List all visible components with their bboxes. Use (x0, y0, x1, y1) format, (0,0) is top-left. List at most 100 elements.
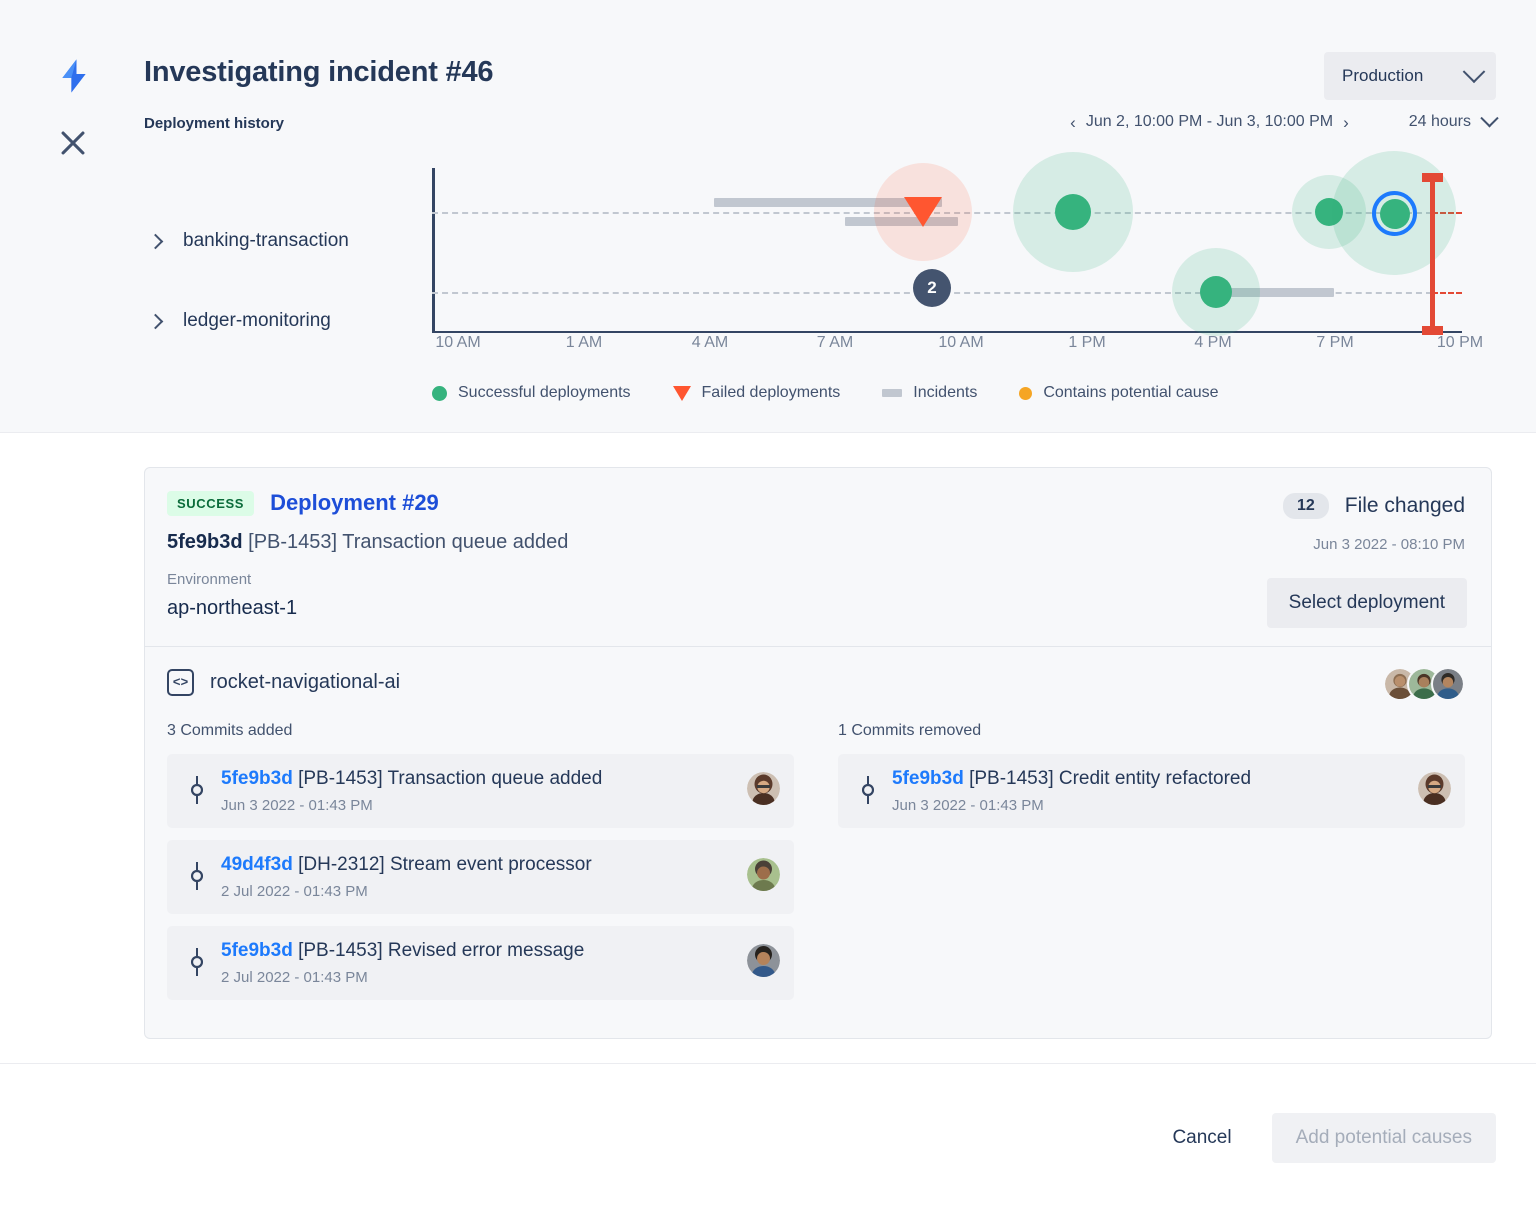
timeline-panel: Investigating incident #46 Deployment hi… (0, 0, 1536, 433)
files-changed-label: File changed (1345, 494, 1465, 518)
commit-sha[interactable]: 5fe9b3d (221, 940, 293, 961)
successful-deployment-marker[interactable] (1055, 194, 1091, 230)
deployment-title-row: SUCCESS Deployment #29 (167, 490, 1465, 516)
incident-marker-line (1430, 178, 1435, 331)
avatar[interactable] (747, 944, 780, 977)
legend-item-incidents: Incidents (882, 384, 977, 402)
selected-deployment-marker[interactable] (1380, 199, 1410, 229)
legend-item-failed: Failed deployments (673, 384, 841, 402)
sidebar-item-banking-transaction[interactable]: banking-transaction (150, 230, 349, 252)
close-icon[interactable] (56, 126, 90, 160)
avatar[interactable] (747, 772, 780, 805)
legend-item-potential-cause: Contains potential cause (1019, 384, 1218, 402)
x-tick: 1 AM (566, 334, 602, 352)
legend-item-successful: Successful deployments (432, 384, 631, 402)
commit-icon (191, 776, 203, 804)
chevron-down-icon (1480, 109, 1498, 127)
deployment-commit-line: 5fe9b3d [PB-1453] Transaction queue adde… (167, 531, 1465, 554)
commit-icon (862, 776, 874, 804)
chart-y-axis (432, 168, 435, 333)
legend-label: Failed deployments (702, 384, 841, 402)
deployment-card-body: <> rocket-navigational-ai 3 Commits adde… (145, 646, 1491, 1038)
granularity-value: 24 hours (1409, 113, 1471, 131)
commit-icon (191, 862, 203, 890)
contributor-avatars (1383, 667, 1465, 701)
deployment-history-modal: Investigating incident #46 Deployment hi… (0, 0, 1536, 1217)
legend-label: Successful deployments (458, 384, 631, 402)
incident-marker-cap-top (1422, 173, 1443, 182)
footer-divider (0, 1063, 1536, 1064)
page-title: Investigating incident #46 (144, 56, 493, 89)
commit-title: 5fe9b3d [PB-1453] Transaction queue adde… (221, 768, 738, 790)
commit-date: Jun 3 2022 - 01:43 PM (221, 797, 738, 814)
x-tick: 4 PM (1194, 334, 1231, 352)
commit-message: [PB-1453] Transaction queue added (248, 531, 568, 553)
cluster-count-badge[interactable]: 2 (913, 269, 951, 307)
x-tick: 10 AM (435, 334, 480, 352)
chart-legend: Successful deployments Failed deployment… (432, 384, 1261, 402)
date-range-control: ‹ Jun 2, 10:00 PM - Jun 3, 10:00 PM › 24… (1060, 113, 1496, 131)
repository-name: rocket-navigational-ai (210, 671, 400, 694)
service-name: banking-transaction (183, 230, 349, 252)
legend-label: Contains potential cause (1043, 384, 1218, 402)
commit-sha[interactable]: 49d4f3d (221, 854, 293, 875)
chevron-down-icon (1463, 60, 1486, 83)
commit-date: 2 Jul 2022 - 01:43 PM (221, 883, 738, 900)
service-name: ledger-monitoring (183, 310, 331, 332)
chevron-right-icon (148, 233, 164, 249)
successful-deployment-marker[interactable] (1200, 276, 1232, 308)
add-potential-causes-button[interactable]: Add potential causes (1272, 1113, 1496, 1163)
deployment-card: SUCCESS Deployment #29 5fe9b3d [PB-1453]… (144, 467, 1492, 1039)
commit-sha: 5fe9b3d (167, 531, 243, 553)
list-item[interactable]: 5fe9b3d [PB-1453] Transaction queue adde… (167, 754, 794, 828)
commits-added-column: 3 Commits added 5fe9b3d [PB-1453] Transa… (167, 722, 794, 1012)
deployment-link[interactable]: Deployment #29 (270, 490, 439, 516)
commit-sha[interactable]: 5fe9b3d (221, 768, 293, 789)
deployment-timeline-chart[interactable]: 2 (432, 168, 1462, 333)
failed-deployment-marker[interactable] (904, 197, 942, 227)
legend-label: Incidents (913, 384, 977, 402)
lane-line-red-bottom (1432, 292, 1462, 294)
environment-select-value: Production (1342, 66, 1423, 86)
avatar[interactable] (1418, 772, 1451, 805)
avatar[interactable] (1431, 667, 1465, 701)
date-range-text: Jun 2, 10:00 PM - Jun 3, 10:00 PM (1086, 113, 1333, 131)
deployment-timestamp: Jun 3 2022 - 08:10 PM (1313, 536, 1465, 553)
section-label: Deployment history (144, 115, 284, 132)
x-tick: 1 PM (1068, 334, 1105, 352)
deployment-card-header: SUCCESS Deployment #29 5fe9b3d [PB-1453]… (145, 468, 1491, 646)
commit-message: [PB-1453] Credit entity refactored (969, 768, 1251, 789)
list-item[interactable]: 5fe9b3d [PB-1453] Revised error message … (167, 926, 794, 1000)
x-tick: 10 PM (1437, 334, 1483, 352)
bolt-icon (54, 56, 94, 96)
x-tick: 4 AM (692, 334, 728, 352)
commit-message: [DH-2312] Stream event processor (298, 854, 592, 875)
cancel-button[interactable]: Cancel (1154, 1113, 1249, 1163)
environment-select[interactable]: Production (1324, 52, 1496, 100)
modal-footer: Cancel Add potential causes (1154, 1113, 1496, 1163)
commits-removed-header: 1 Commits removed (838, 722, 1465, 740)
granularity-select[interactable]: 24 hours (1409, 113, 1496, 131)
chart-x-axis (432, 331, 1462, 334)
list-item[interactable]: 49d4f3d [DH-2312] Stream event processor… (167, 840, 794, 914)
files-changed-count: 12 (1283, 493, 1329, 519)
chevron-right-icon (148, 313, 164, 329)
commit-message: [PB-1453] Transaction queue added (298, 768, 602, 789)
select-deployment-button[interactable]: Select deployment (1267, 578, 1467, 628)
x-tick: 7 AM (817, 334, 853, 352)
green-circle-icon (432, 386, 447, 401)
files-changed: 12 File changed (1283, 493, 1465, 519)
next-range-button[interactable]: › (1333, 114, 1359, 131)
avatar[interactable] (747, 858, 780, 891)
x-tick: 7 PM (1316, 334, 1353, 352)
list-item[interactable]: 5fe9b3d [PB-1453] Credit entity refactor… (838, 754, 1465, 828)
commit-columns: 3 Commits added 5fe9b3d [PB-1453] Transa… (167, 722, 1465, 1012)
commits-added-header: 3 Commits added (167, 722, 794, 740)
prev-range-button[interactable]: ‹ (1060, 114, 1086, 131)
commit-title: 5fe9b3d [PB-1453] Revised error message (221, 940, 738, 962)
repository-row: <> rocket-navigational-ai (167, 669, 1465, 696)
commit-icon (191, 948, 203, 976)
sidebar-item-ledger-monitoring[interactable]: ledger-monitoring (150, 310, 331, 332)
chart-x-tick-labels: 10 AM 1 AM 4 AM 7 AM 10 AM 1 PM 4 PM 7 P… (432, 334, 1462, 360)
commit-sha[interactable]: 5fe9b3d (892, 768, 964, 789)
